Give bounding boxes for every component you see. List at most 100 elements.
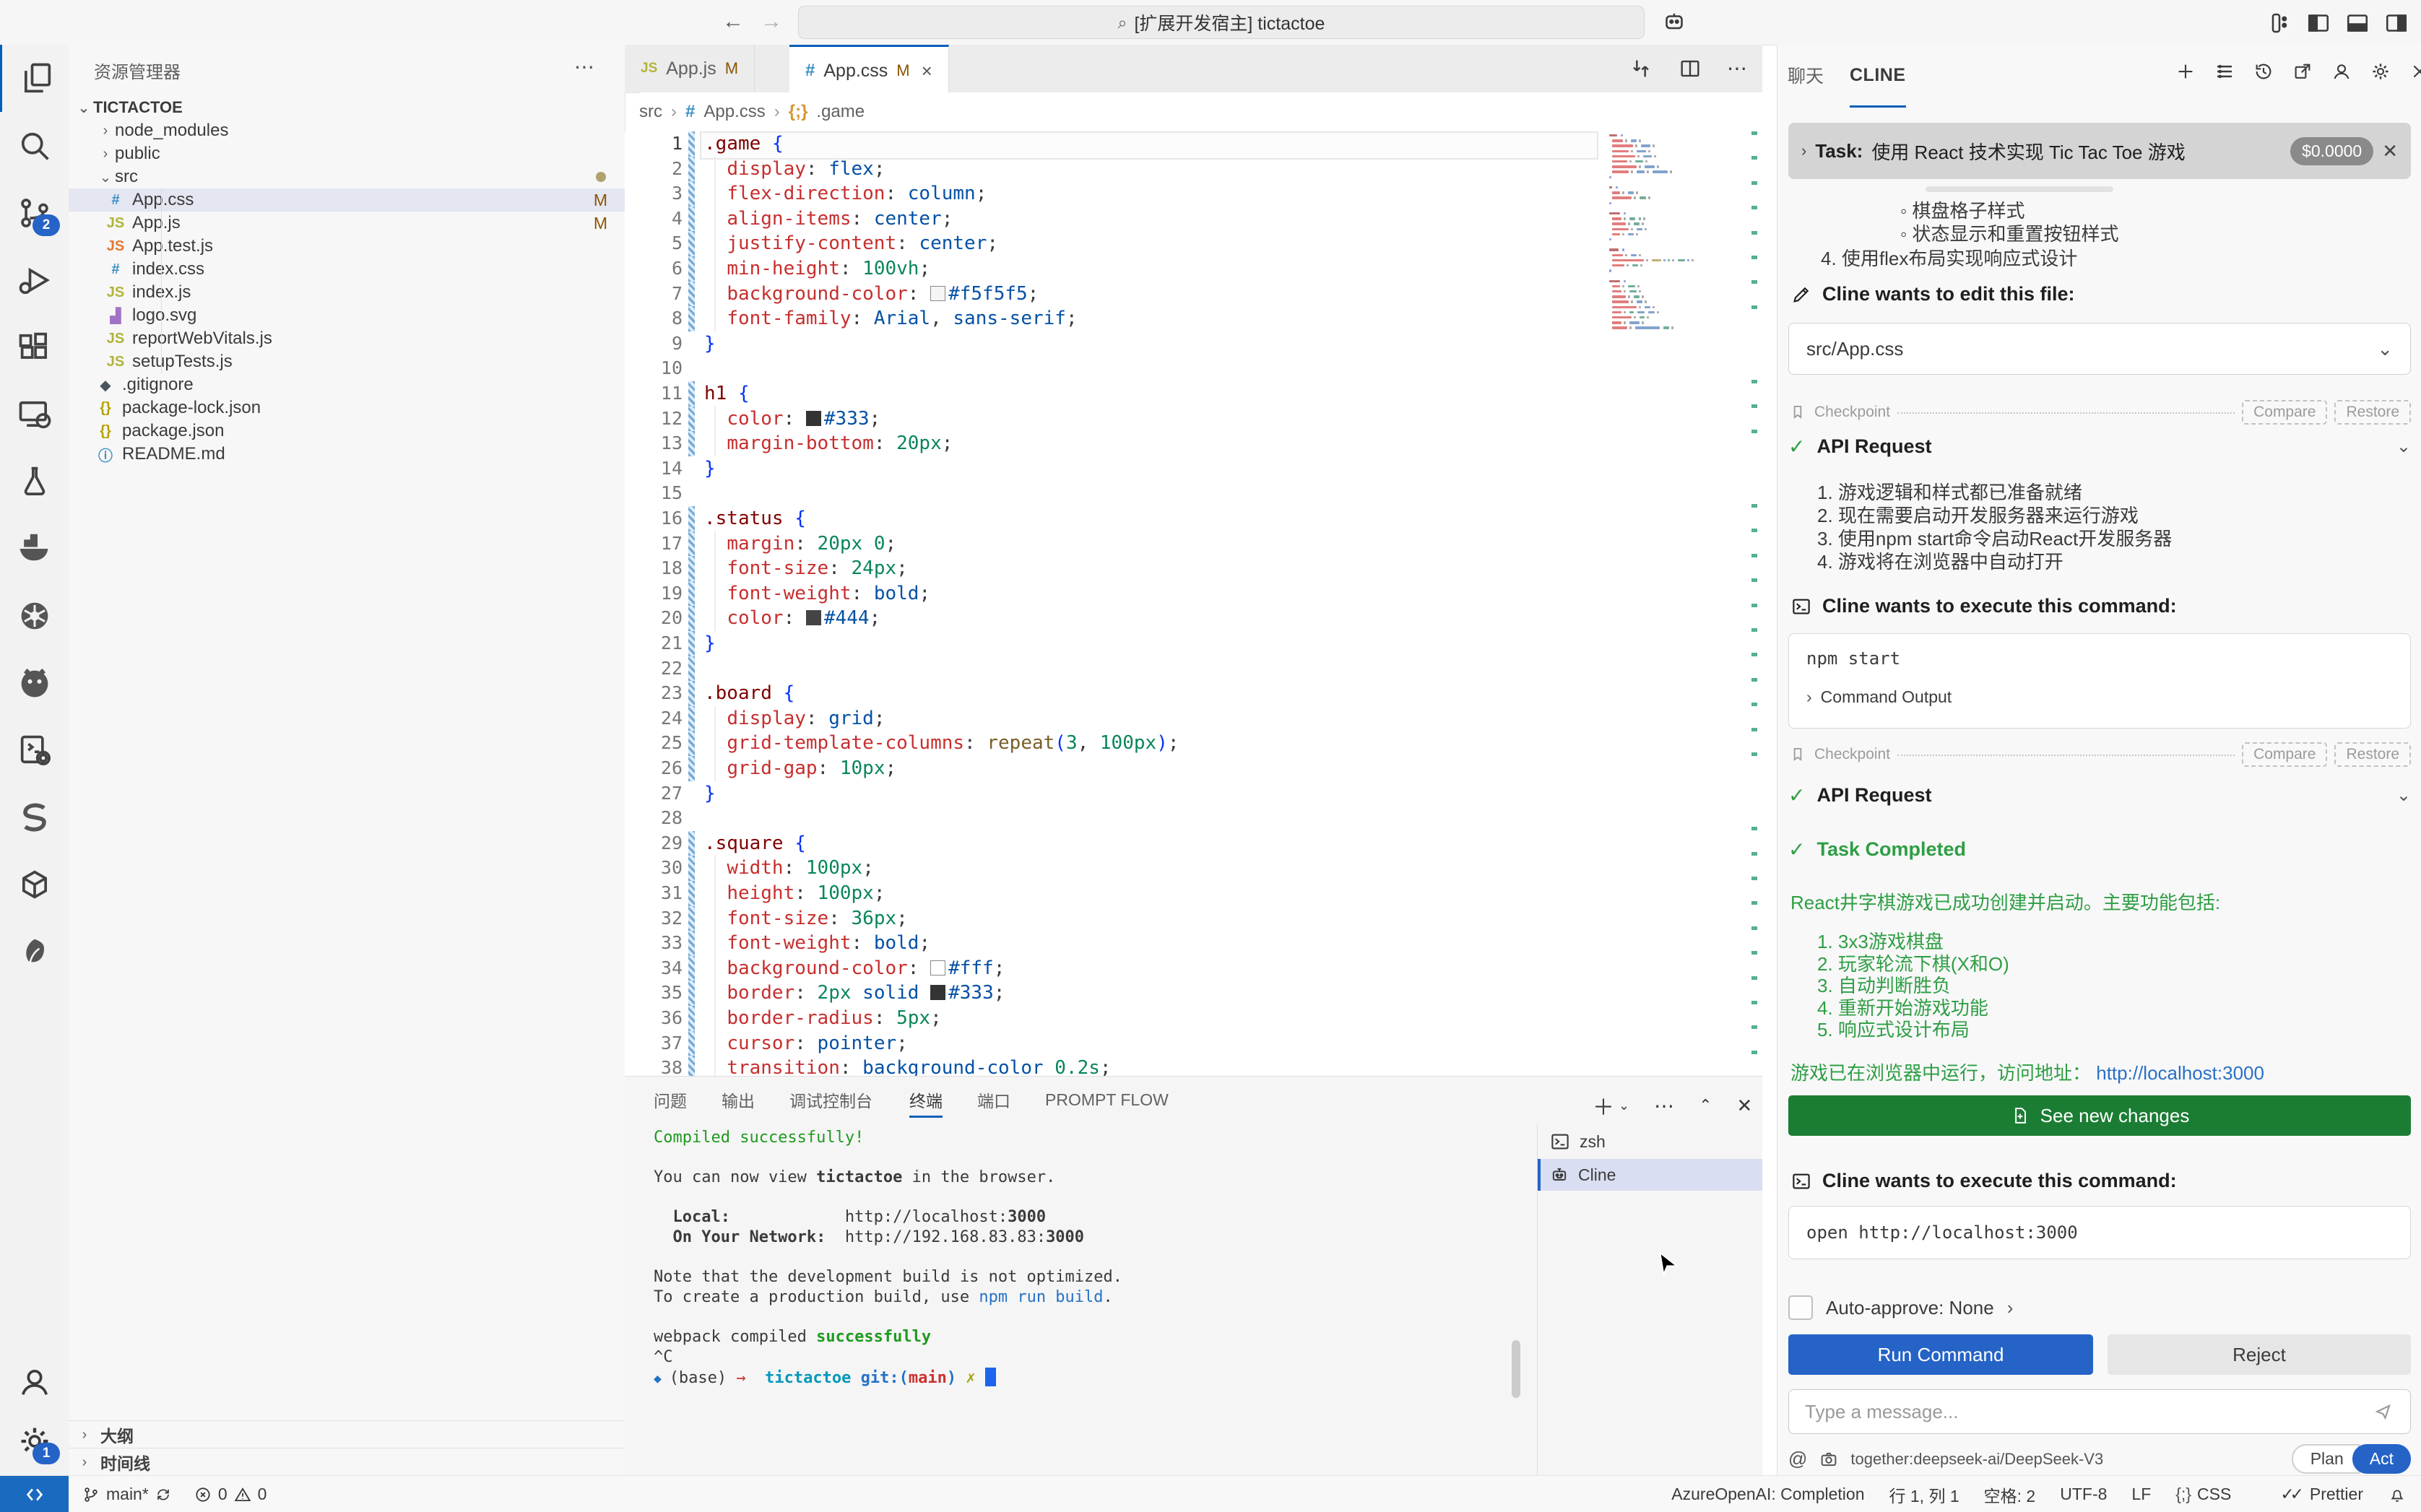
command-output-toggle[interactable]: ›Command Output <box>1806 687 2393 707</box>
prettier-status[interactable]: ✓✓Prettier <box>2280 1485 2363 1504</box>
breadcrumb[interactable]: src › # App.css › {;} .game <box>639 92 1762 131</box>
panel-more-icon[interactable]: ⋯ <box>1654 1094 1674 1118</box>
file-README.md[interactable]: ⓘREADME.md <box>69 443 625 466</box>
activity-kubernetes-icon[interactable] <box>0 582 69 649</box>
screenshot-icon[interactable] <box>1819 1449 1839 1469</box>
open-changes-icon[interactable] <box>1629 56 1653 81</box>
activity-swirl-icon[interactable] <box>0 783 69 851</box>
remote-indicator[interactable] <box>0 1476 69 1512</box>
file-public[interactable]: ›public <box>69 142 625 165</box>
file-index.css[interactable]: #index.css <box>69 258 625 281</box>
message-input[interactable]: Type a message... <box>1788 1389 2411 1434</box>
run-command-button[interactable]: Run Command <box>1788 1334 2093 1375</box>
file-package.json[interactable]: {}package.json <box>69 420 625 443</box>
file-package-lock.json[interactable]: {}package-lock.json <box>69 396 625 420</box>
panel-tab-调试控制台[interactable]: 调试控制台 <box>789 1084 872 1116</box>
timeline-section[interactable]: ›时间线 <box>69 1448 625 1476</box>
settings-icon[interactable] <box>2370 61 2391 82</box>
plan-act-toggle[interactable]: Plan Act <box>2292 1444 2411 1474</box>
edit-file-dropdown[interactable]: src/App.css⌄ <box>1788 323 2411 375</box>
file-setupTests.js[interactable]: JSsetupTests.js <box>69 350 625 373</box>
api-request-row[interactable]: ✓API Request⌄ <box>1788 783 2411 807</box>
auto-approve-checkbox[interactable] <box>1788 1295 1813 1320</box>
panel-tab-问题[interactable]: 问题 <box>654 1084 687 1116</box>
sync-icon[interactable] <box>155 1486 172 1503</box>
encoding[interactable]: UTF-8 <box>2060 1485 2107 1504</box>
restore-button[interactable]: Restore <box>2334 742 2411 767</box>
activity-docker-icon[interactable] <box>0 515 69 582</box>
editor-tab-App.css[interactable]: #App.cssM× <box>789 45 949 95</box>
activity-run-debug-icon[interactable] <box>0 246 69 313</box>
activity-account-icon[interactable] <box>0 1348 69 1415</box>
breadcrumb-src[interactable]: src <box>639 102 662 122</box>
branch-status[interactable]: main* <box>82 1485 172 1504</box>
panel-tab-PROMPT FLOW[interactable]: PROMPT FLOW <box>1045 1084 1169 1116</box>
activity-settings-icon[interactable]: 1 <box>0 1407 69 1474</box>
activity-github-icon[interactable] <box>0 649 69 716</box>
auto-approve-row[interactable]: Auto-approve: None › <box>1788 1295 2013 1320</box>
panel-tab-端口[interactable]: 端口 <box>977 1084 1010 1116</box>
indentation[interactable]: 空格: 2 <box>1984 1482 2036 1507</box>
file-index.js[interactable]: JSindex.js <box>69 281 625 304</box>
cursor-position[interactable]: 行 1, 列 1 <box>1889 1482 1959 1507</box>
file-node_modules[interactable]: ›node_modules <box>69 119 625 142</box>
activity-source-control-icon[interactable]: 2 <box>0 179 69 246</box>
mention-icon[interactable]: @ <box>1788 1448 1807 1470</box>
file-App.css[interactable]: #App.cssM <box>69 188 625 212</box>
breadcrumb-file[interactable]: App.css <box>703 102 765 122</box>
task-header[interactable]: › Task: 使用 React 技术实现 Tic Tac Toe 游戏 $0.… <box>1788 123 2411 179</box>
panel-maximize-icon[interactable]: ⌃ <box>1699 1096 1712 1115</box>
see-new-changes-button[interactable]: See new changes <box>1788 1095 2411 1136</box>
new-task-icon[interactable] <box>2175 61 2196 82</box>
code-editor[interactable]: 1.game {2 display: flex;3 flex-direction… <box>625 131 1607 1076</box>
compare-button[interactable]: Compare <box>2242 742 2327 767</box>
reject-button[interactable]: Reject <box>2108 1334 2411 1375</box>
file-App.test.js[interactable]: JSApp.test.js <box>69 235 625 258</box>
restore-button[interactable]: Restore <box>2334 400 2411 425</box>
file-App.js[interactable]: JSApp.jsM <box>69 212 625 235</box>
api-request-row[interactable]: ✓API Request⌄ <box>1788 435 2411 459</box>
ai-completion-status[interactable]: AzureOpenAI: Completion <box>1671 1485 1864 1504</box>
task-close-icon[interactable]: ✕ <box>2382 140 2398 162</box>
terminal-output[interactable]: Compiled successfully!You can now view t… <box>654 1129 1513 1388</box>
language-mode[interactable]: {;}CSS <box>2175 1485 2231 1504</box>
tree-root-tictactoe[interactable]: ⌄TICTACTOE <box>69 96 625 119</box>
editor-tab-App.js[interactable]: JSApp.jsM <box>625 45 755 92</box>
activity-package-icon[interactable] <box>0 851 69 918</box>
layout-panel-icon[interactable] <box>2344 10 2370 36</box>
layout-sidebar-icon[interactable] <box>2305 10 2331 36</box>
mcp-servers-icon[interactable] <box>2214 61 2235 82</box>
activity-explorer-icon[interactable] <box>0 45 71 112</box>
send-icon[interactable] <box>2373 1401 2394 1422</box>
editor-more-icon[interactable]: ⋯ <box>1727 56 1747 81</box>
layout-secondary-icon[interactable] <box>2383 10 2409 36</box>
plan-segment[interactable]: Plan <box>2292 1444 2360 1474</box>
activity-remote-explorer-icon[interactable] <box>0 381 69 448</box>
session-zsh[interactable]: zsh <box>1538 1126 1762 1157</box>
terminal-scrollbar[interactable] <box>1512 1340 1520 1398</box>
open-in-editor-icon[interactable] <box>2292 61 2313 82</box>
explorer-more-icon[interactable]: ⋯ <box>574 55 596 79</box>
notifications-bell-icon[interactable] <box>2388 1485 2407 1504</box>
tab-chat[interactable]: 聊天 <box>1788 45 1824 105</box>
tab-cline[interactable]: CLINE <box>1850 45 1906 108</box>
breadcrumb-symbol[interactable]: .game <box>816 102 865 122</box>
problems-status[interactable]: 0 0 <box>194 1485 267 1504</box>
panel-tab-输出[interactable]: 输出 <box>722 1084 755 1116</box>
assistant-icon[interactable] <box>1661 9 1687 35</box>
compare-button[interactable]: Compare <box>2242 400 2327 425</box>
file-src[interactable]: ⌄src <box>69 165 625 188</box>
outline-section[interactable]: ›大纲 <box>69 1420 625 1448</box>
activity-testing-icon[interactable] <box>0 448 69 515</box>
localhost-link[interactable]: http://localhost:3000 <box>2096 1062 2264 1084</box>
layout-customize-icon[interactable] <box>2266 10 2292 36</box>
panel-tab-终端[interactable]: 终端 <box>909 1084 943 1118</box>
minimap[interactable] <box>1609 134 1674 351</box>
activity-search-icon[interactable] <box>0 112 69 179</box>
session-Cline[interactable]: Cline <box>1538 1159 1762 1191</box>
file-reportWebVitals.js[interactable]: JSreportWebVitals.js <box>69 327 625 350</box>
act-segment[interactable]: Act <box>2352 1444 2411 1474</box>
back-arrow-icon[interactable]: ← <box>719 7 748 36</box>
eol[interactable]: LF <box>2131 1485 2151 1504</box>
activity-extensions-icon[interactable] <box>0 313 69 381</box>
